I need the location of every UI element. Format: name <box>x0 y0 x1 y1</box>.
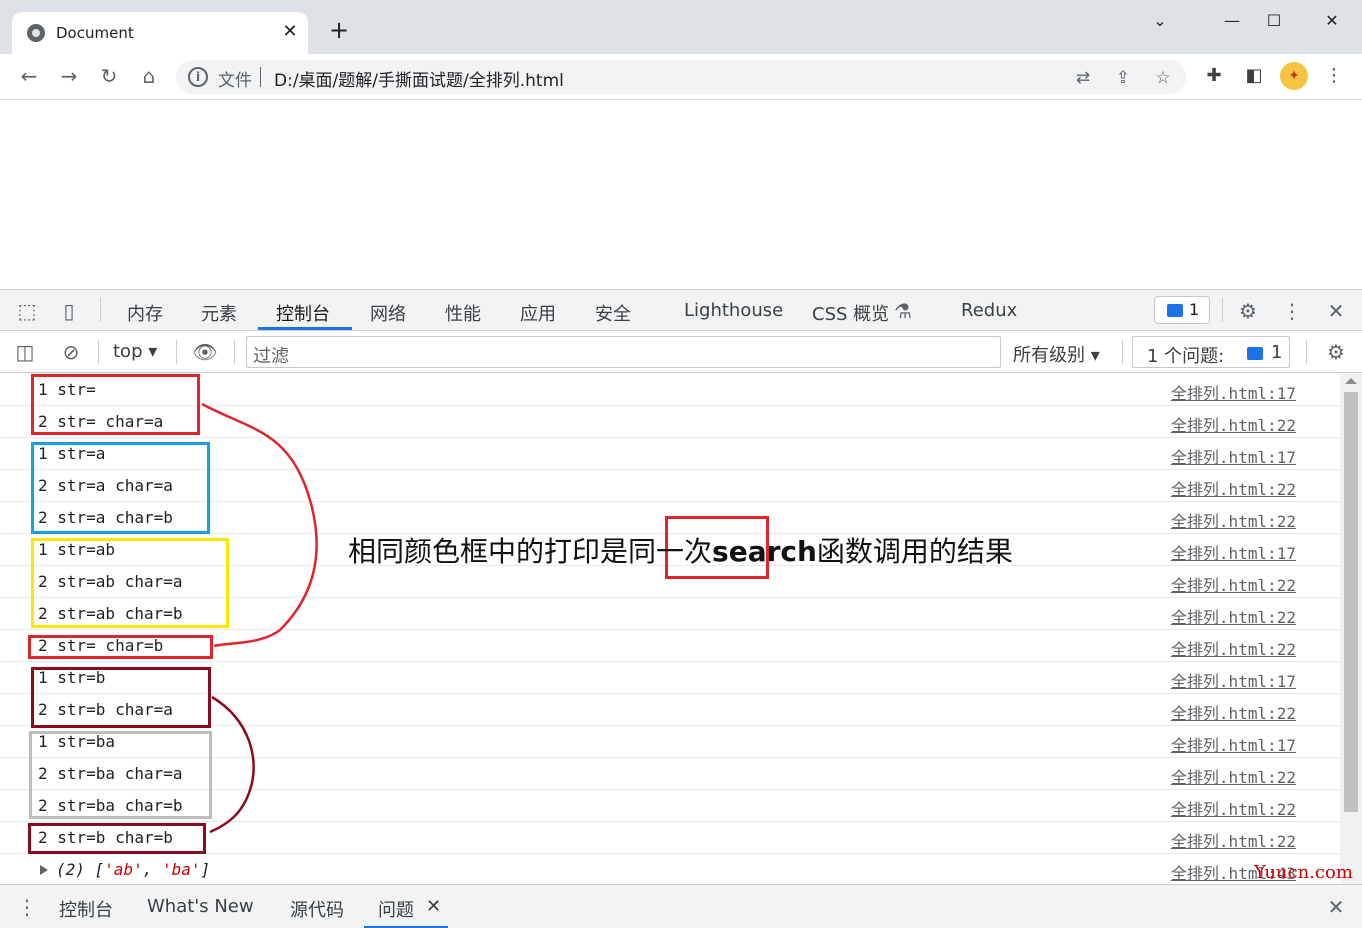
annotation-text-boxed: 同一次 <box>628 535 713 568</box>
kebab-icon[interactable]: ⋮ <box>14 894 40 920</box>
annotation-curve-darkred <box>209 695 255 834</box>
drawer-tab-issues[interactable]: 问题 <box>378 896 414 922</box>
drawer-tab-close-icon[interactable]: ✕ <box>426 896 441 917</box>
annotation-curve-red <box>201 402 318 648</box>
close-icon[interactable]: ✕ <box>1323 894 1349 920</box>
drawer-tab-console[interactable]: 控制台 <box>59 896 113 922</box>
annotation-text-bold: search <box>712 535 817 568</box>
drawer-tab-whats-new[interactable]: What's New <box>147 896 254 917</box>
devtools-drawer: ⋮ 控制台 What's New 源代码 问题 ✕ ✕ <box>0 884 1362 928</box>
annotation-text-before: 相同颜色框中的打印是 <box>348 535 629 568</box>
annotation-text: 相同颜色框中的打印是同一次search函数调用的结果 <box>348 530 1013 570</box>
annotation-text-after: 函数调用的结果 <box>816 535 1013 568</box>
watermark: Yuucn.com <box>1254 862 1353 883</box>
drawer-tab-sources[interactable]: 源代码 <box>290 896 344 922</box>
annotation-curves <box>201 402 318 834</box>
